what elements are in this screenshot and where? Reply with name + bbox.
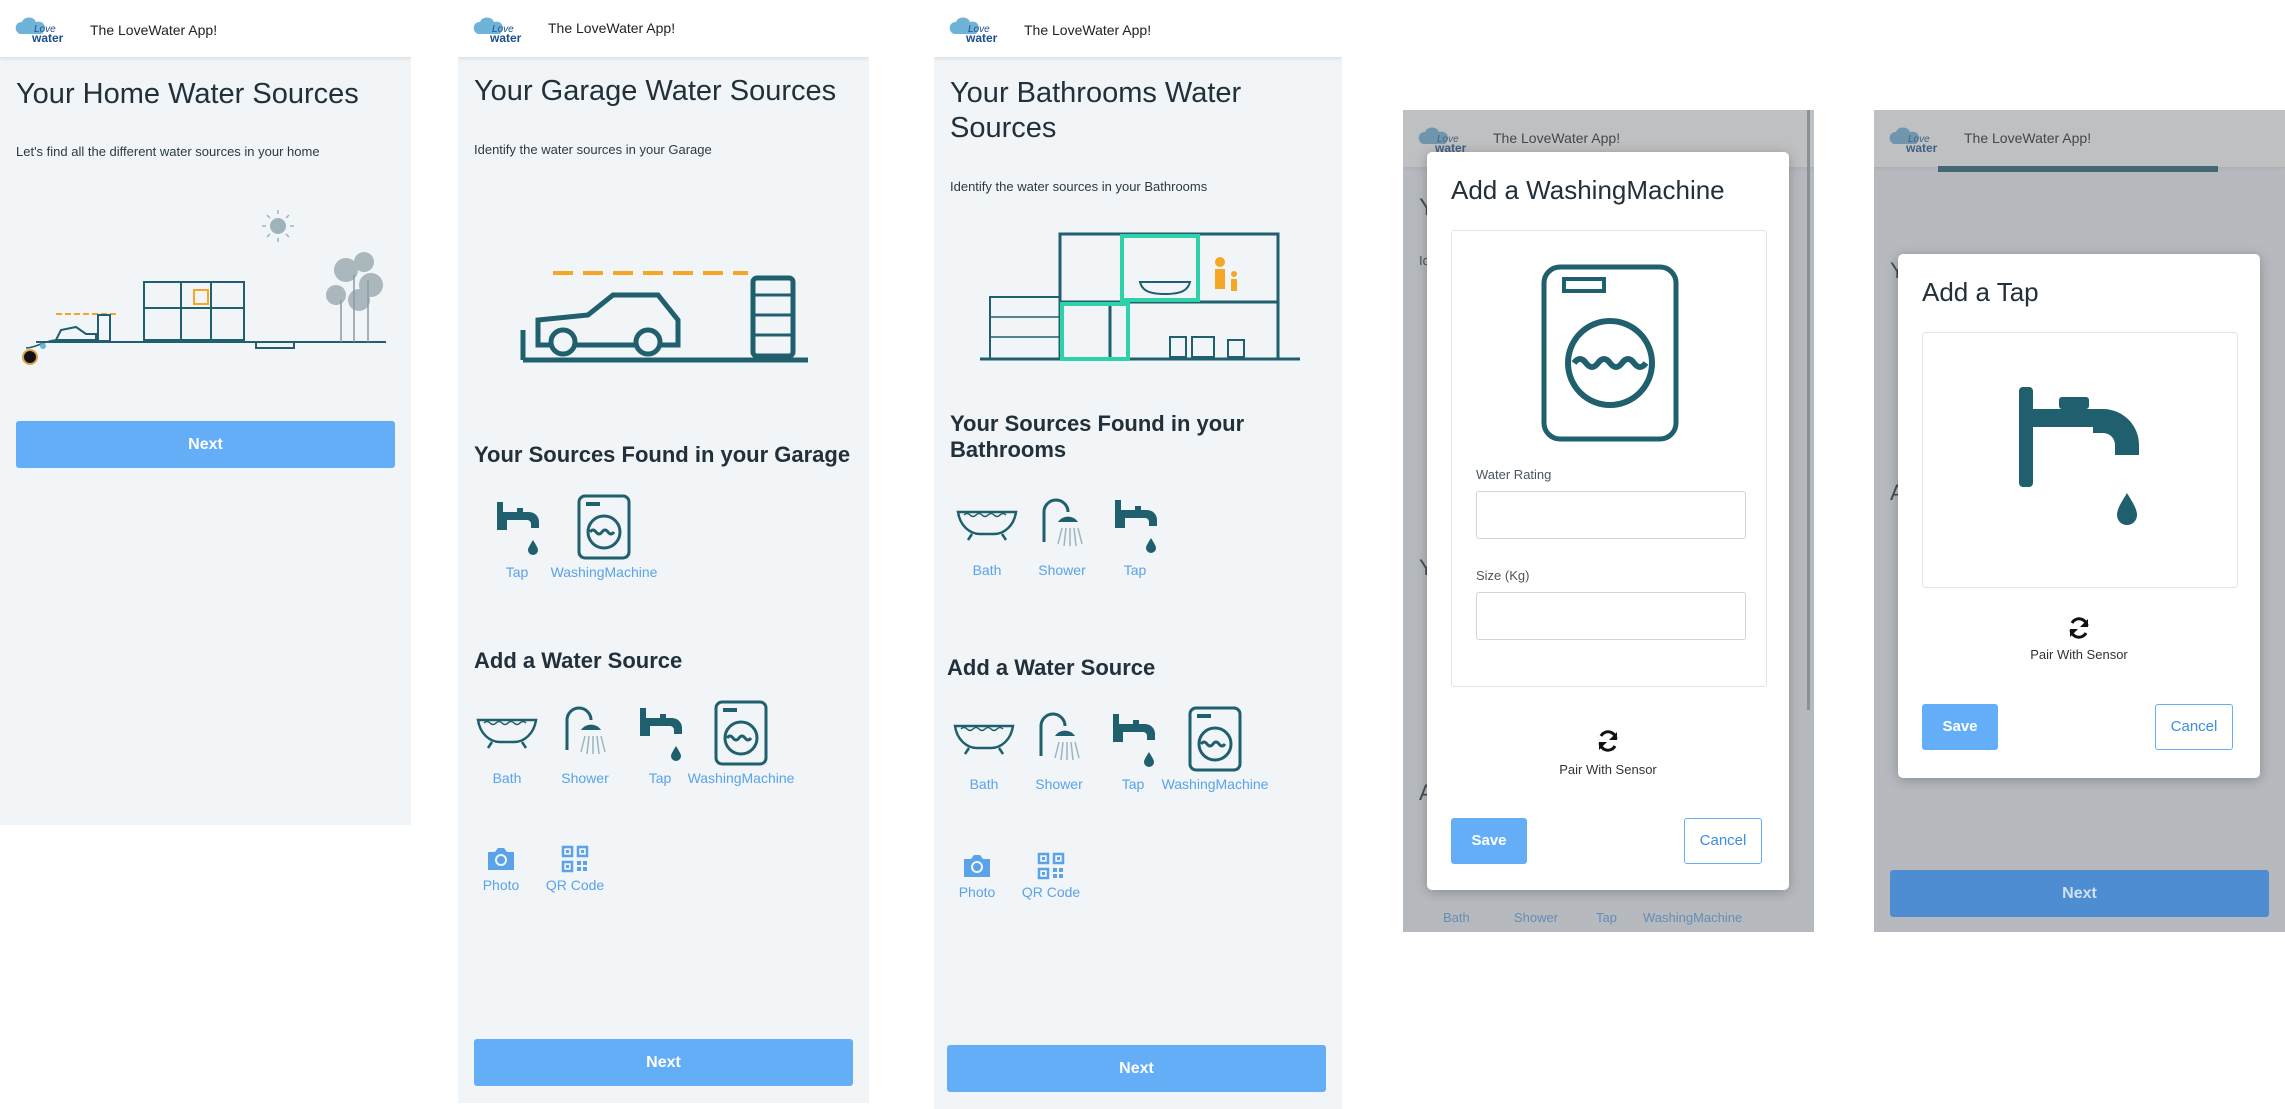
refresh-icon[interactable] <box>2067 616 2091 640</box>
camera-icon <box>964 855 990 877</box>
garage-illustration <box>520 271 808 363</box>
next-button[interactable]: Next <box>16 421 395 468</box>
add-heading: Add a Water Source <box>474 648 683 673</box>
screen-add-tap-modal: Love water The LoveWater App! Y A Add a … <box>1874 110 2285 932</box>
modal-title: Add a WashingMachine <box>1451 175 1725 205</box>
add-washingmachine-tile[interactable]: WashingMachine <box>688 700 794 786</box>
qr-code-icon <box>561 845 589 873</box>
screen-home-sources: Love water The LoveWater App! Your Home … <box>0 0 411 825</box>
washing-machine-icon <box>1188 706 1242 772</box>
tile-label: Tap <box>1123 562 1147 578</box>
found-heading-line1: Your Sources Found in your <box>950 411 1245 436</box>
svg-text:water: water <box>965 31 998 45</box>
tap-icon <box>1115 500 1157 553</box>
page-subtitle: Identify the water sources in your Bathr… <box>950 179 1208 194</box>
house-illustration <box>22 210 386 365</box>
water-rating-input[interactable] <box>1476 491 1746 539</box>
add-washingmachine-modal: Add a WashingMachine Water Rating Size (… <box>1427 152 1789 890</box>
next-button[interactable]: Next <box>1890 870 2269 917</box>
save-button[interactable]: Save <box>1451 818 1527 864</box>
lovewater-logo: Love water <box>949 17 998 45</box>
page-title: Your Garage Water Sources <box>474 75 837 107</box>
shower-icon <box>1039 712 1080 761</box>
svg-text:water: water <box>489 31 522 45</box>
page-subtitle: Identify the water sources in your Garag… <box>474 142 712 157</box>
modal-icon-card <box>1922 332 2238 588</box>
cancel-button[interactable]: Cancel <box>1684 818 1762 864</box>
cancel-button[interactable]: Cancel <box>2155 704 2233 750</box>
qr-code-tile[interactable]: QR Code <box>1016 852 1086 900</box>
tile-label: QR Code <box>1021 884 1081 900</box>
lovewater-logo: Love water <box>15 17 64 45</box>
qr-code-icon <box>1037 852 1065 880</box>
svg-text:water: water <box>31 31 64 45</box>
bathroom-illustration <box>980 232 1300 361</box>
qr-code-tile[interactable]: QR Code <box>540 845 610 893</box>
size-input[interactable] <box>1476 592 1746 640</box>
app-header: Love water The LoveWater App! <box>0 0 411 58</box>
tile-label: WashingMachine <box>550 564 658 580</box>
app-header: Love water The LoveWater App! <box>934 0 1342 58</box>
tap-icon <box>497 502 539 555</box>
page-subtitle: Let's find all the different water sourc… <box>16 144 320 159</box>
bath-icon <box>476 718 538 749</box>
tap-icon <box>1113 714 1155 767</box>
shower-icon <box>565 706 606 755</box>
found-tap-tile[interactable]: Tap <box>1090 492 1180 578</box>
washing-machine-icon <box>1541 264 1679 442</box>
tile-label: WashingMachine <box>687 770 795 786</box>
app-title: The LoveWater App! <box>548 20 676 36</box>
page-title: Your Home Water Sources <box>16 78 359 110</box>
next-button[interactable]: Next <box>947 1045 1326 1092</box>
save-button[interactable]: Save <box>1922 704 1998 750</box>
screen-bathroom-sources: Love water The LoveWater App! Your Bathr… <box>934 0 1342 1109</box>
bath-icon <box>956 510 1018 541</box>
refresh-icon[interactable] <box>1596 729 1620 753</box>
tile-label: QR Code <box>545 877 605 893</box>
lovewater-logo: Love water <box>473 17 522 45</box>
found-washingmachine-tile[interactable]: WashingMachine <box>551 494 657 580</box>
modal-title: Add a Tap <box>1922 277 2039 307</box>
screen-garage-sources: Love water The LoveWater App! Your Garag… <box>458 0 869 1103</box>
camera-icon <box>488 848 514 870</box>
found-heading: Your Sources Found in your Garage <box>474 442 851 467</box>
modal-form-card: Water Rating Size (Kg) <box>1451 230 1767 687</box>
found-heading-line2: Bathrooms <box>950 437 1067 462</box>
app-title: The LoveWater App! <box>1024 22 1152 38</box>
water-rating-label: Water Rating <box>1476 467 1552 482</box>
tap-icon <box>2019 387 2139 525</box>
next-button[interactable]: Next <box>474 1039 853 1086</box>
page-title-line1: Your Bathrooms Water <box>950 77 1242 109</box>
shower-icon <box>1042 498 1083 547</box>
pair-with-sensor-label[interactable]: Pair With Sensor <box>1427 762 1789 777</box>
washing-machine-icon <box>577 494 631 560</box>
tap-icon <box>640 708 682 761</box>
add-heading: Add a Water Source <box>947 655 1156 680</box>
washing-machine-icon <box>714 700 768 766</box>
app-title: The LoveWater App! <box>90 22 218 38</box>
screen-add-washingmachine-modal: Love water The LoveWater App! Y Id Y A B… <box>1403 110 1814 932</box>
app-header: Love water The LoveWater App! <box>458 0 869 58</box>
page-title-line2: Sources <box>950 112 1057 144</box>
add-washingmachine-tile[interactable]: WashingMachine <box>1162 706 1268 792</box>
tile-label: WashingMachine <box>1161 776 1269 792</box>
pair-with-sensor-label[interactable]: Pair With Sensor <box>1898 647 2260 662</box>
bath-icon <box>953 724 1015 755</box>
size-label: Size (Kg) <box>1476 568 1530 583</box>
scrollbar[interactable] <box>1807 110 1810 710</box>
add-tap-modal: Add a Tap Pair With Sensor Save Cancel <box>1898 254 2260 778</box>
